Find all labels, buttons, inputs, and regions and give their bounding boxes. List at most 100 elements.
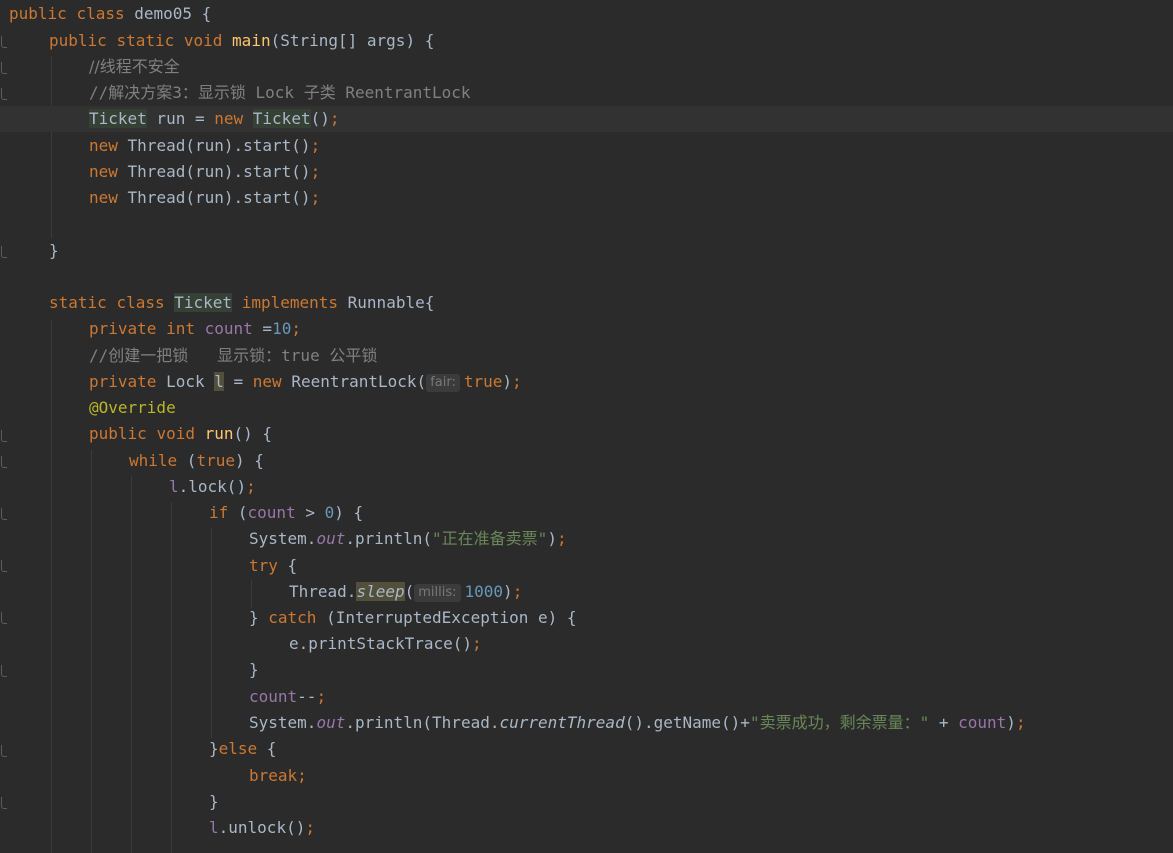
keyword-if: if (209, 503, 229, 522)
code-line-32[interactable]: l.unlock(); (0, 815, 1173, 841)
keyword-catch: catch (268, 608, 317, 627)
keyword-public: public (9, 4, 67, 23)
variable-l: l (169, 477, 179, 496)
code-line-3[interactable]: //线程不安全 (0, 54, 1173, 80)
method-name: run (204, 424, 234, 443)
keyword-static: static (49, 293, 107, 312)
code-line-6[interactable]: new Thread(run).start(); (0, 133, 1173, 159)
code-line-23[interactable]: Thread.sleep(millis: 1000); (0, 579, 1173, 605)
code-line-22[interactable]: try { (0, 553, 1173, 579)
close-brace-open: ) { (234, 451, 264, 470)
code-line-10[interactable]: } (0, 238, 1173, 264)
semicolon: ; (291, 319, 301, 338)
code-line-13[interactable]: private int count =10; (0, 316, 1173, 342)
semicolon: ; (472, 634, 482, 653)
field-count: count (204, 319, 253, 338)
thread-start: Thread(run).start() (117, 136, 311, 155)
string-literal: "正在准备卖票" (432, 529, 548, 548)
code-line-16[interactable]: @Override (0, 395, 1173, 421)
code-line-30[interactable]: break; (0, 763, 1173, 789)
type-ticket: Ticket (89, 109, 147, 128)
static-method-sleep: sleep (356, 582, 405, 601)
code-line-21[interactable]: System.out.println("正在准备卖票"); (0, 526, 1173, 552)
decrement: -- (297, 687, 317, 706)
class-name: Ticket (174, 293, 233, 312)
code-line-24[interactable]: } catch (InterruptedException e) { (0, 605, 1173, 631)
close-paren: ) (547, 529, 557, 548)
keyword-void: void (183, 31, 223, 50)
code-line-14[interactable]: //创建一把锁 显示锁：true 公平锁 (0, 343, 1173, 369)
class-name: demo05 { (134, 4, 212, 23)
unlock-call: .unlock() (218, 818, 306, 837)
code-line-4[interactable]: //解决方案3：显示锁 Lock 子类 ReentrantLock (0, 80, 1173, 106)
keyword-true: true (196, 451, 235, 470)
code-line-12[interactable]: static class Ticket implements Runnable{ (0, 290, 1173, 316)
code-line-31[interactable]: } (0, 789, 1173, 815)
keyword-new: new (252, 372, 282, 391)
semicolon: ; (246, 477, 256, 496)
code-line-19[interactable]: l.lock(); (0, 474, 1173, 500)
code-line-26[interactable]: } (0, 657, 1173, 683)
variable-l: l (209, 818, 219, 837)
static-method-current-thread: currentThread (499, 713, 625, 732)
keyword-class: class (116, 293, 165, 312)
string-literal: "卖票成功，剩余票量：" (749, 713, 930, 732)
interface-name: Runnable{ (347, 293, 435, 312)
keyword-public: public (89, 424, 147, 443)
parameter-hint-millis: millis: (414, 584, 461, 602)
closing-brace: } (209, 739, 219, 758)
code-line-1[interactable]: public class demo05 { (0, 1, 1173, 27)
semicolon: ; (556, 529, 567, 548)
keyword-class: class (76, 4, 125, 23)
comment: //解决方案3：显示锁 Lock 子类 ReentrantLock (89, 83, 471, 102)
operator: + (929, 713, 959, 732)
code-line-15[interactable]: private Lock l = new ReentrantLock(fair:… (0, 369, 1173, 395)
annotation-override: @Override (89, 398, 176, 417)
keyword-new: new (89, 188, 118, 207)
field-count: count (249, 687, 298, 706)
semicolon: ; (310, 188, 321, 207)
semicolon: ; (512, 372, 522, 391)
code-line-8[interactable]: new Thread(run).start(); (0, 185, 1173, 211)
code-line-27[interactable]: count--; (0, 684, 1173, 710)
code-line-5[interactable]: Ticket run = new Ticket(); (0, 106, 1173, 132)
keyword-static: static (116, 31, 175, 50)
number: 1000 (464, 582, 504, 601)
keyword-new: new (214, 109, 244, 128)
keyword-int: int (166, 319, 195, 338)
semicolon: ; (329, 109, 340, 128)
code-line-28[interactable]: System.out.println(Thread.currentThread(… (0, 710, 1173, 736)
open-paren: ( (404, 582, 415, 601)
code-line-25[interactable]: e.printStackTrace(); (0, 631, 1173, 657)
method-name: main (232, 31, 271, 50)
type-ticket: Ticket (252, 109, 311, 128)
semicolon: ; (310, 136, 321, 155)
code-line-18[interactable]: while (true) { (0, 448, 1173, 474)
closing-brace: } (209, 792, 219, 811)
method-params: (String[] args) { (270, 31, 435, 50)
thread-start: Thread(run).start() (117, 188, 311, 207)
keyword-new: new (89, 162, 118, 181)
variable-declaration: run = (146, 109, 215, 128)
code-line-29[interactable]: }else { (0, 736, 1173, 762)
code-line-20[interactable]: if (count > 0) { (0, 500, 1173, 526)
constructor-call: ReentrantLock( (281, 372, 427, 391)
open-paren: ( (177, 451, 197, 470)
keyword-void: void (156, 424, 195, 443)
keyword-while: while (129, 451, 178, 470)
keyword-true: true (463, 372, 503, 391)
catch-clause: (InterruptedException e) { (316, 608, 577, 627)
code-editor[interactable]: public class demo05 { public static void… (0, 0, 1173, 853)
print-stack-trace: e.printStackTrace() (289, 634, 473, 653)
code-line-2[interactable]: public static void main(String[] args) { (0, 28, 1173, 54)
close-paren: ) (1006, 713, 1016, 732)
close-brace-open: ) { (334, 503, 364, 522)
static-field-out: out (316, 713, 346, 732)
code-line-17[interactable]: public void run() { (0, 421, 1173, 447)
number: 0 (324, 503, 335, 522)
code-line-7[interactable]: new Thread(run).start(); (0, 159, 1173, 185)
number: 10 (272, 319, 292, 338)
semicolon: ; (305, 818, 315, 837)
comment: //创建一把锁 显示锁：true 公平锁 (89, 346, 378, 365)
open-brace: { (257, 739, 277, 758)
